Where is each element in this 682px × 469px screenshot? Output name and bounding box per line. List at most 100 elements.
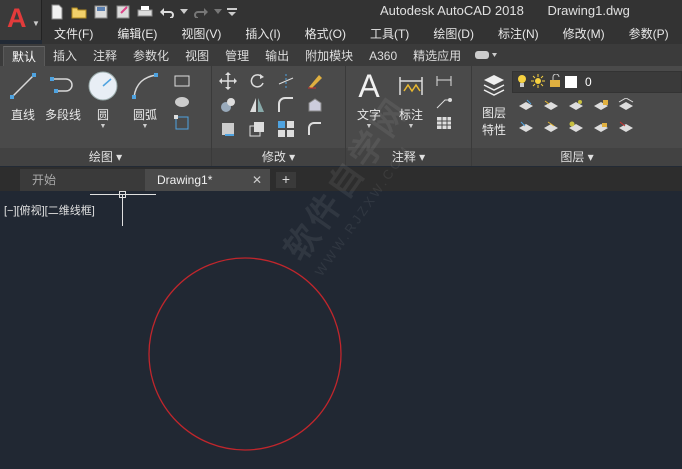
new-tab-button[interactable]: + bbox=[276, 172, 296, 188]
lightbulb-icon[interactable] bbox=[517, 74, 527, 91]
erase-icon[interactable] bbox=[305, 72, 325, 90]
rotate-icon[interactable] bbox=[247, 72, 267, 90]
tab-parametric[interactable]: 参数化 bbox=[125, 46, 177, 66]
circle-icon bbox=[87, 70, 119, 102]
tab-start[interactable]: 开始 bbox=[20, 169, 145, 191]
layer-match-icon[interactable] bbox=[541, 96, 561, 114]
tab-view[interactable]: 视图 bbox=[177, 46, 217, 66]
menu-format[interactable]: 格式(O) bbox=[293, 25, 358, 42]
explode-icon[interactable] bbox=[305, 96, 325, 114]
undo-icon[interactable] bbox=[158, 3, 176, 21]
sun-icon[interactable] bbox=[531, 73, 545, 91]
tab-drawing1-label: Drawing1* bbox=[157, 173, 213, 187]
menu-parametric[interactable]: 参数(P) bbox=[617, 25, 681, 42]
mirror-icon[interactable] bbox=[247, 96, 267, 114]
polyline-tool-button[interactable]: 多段线 bbox=[44, 70, 82, 123]
leader-icon[interactable] bbox=[434, 93, 454, 111]
unlock-icon[interactable] bbox=[549, 73, 561, 91]
window-title: Autodesk AutoCAD 2018 Drawing1.dwg bbox=[380, 3, 630, 18]
menu-file[interactable]: 文件(F) bbox=[42, 25, 105, 42]
layer-copy-icon[interactable] bbox=[541, 118, 561, 136]
quick-access-toolbar bbox=[48, 2, 238, 21]
open-folder-icon[interactable] bbox=[70, 3, 88, 21]
circle-entity[interactable] bbox=[148, 257, 342, 451]
tab-output[interactable]: 输出 bbox=[257, 46, 297, 66]
fillet-icon[interactable] bbox=[276, 96, 296, 114]
table-icon[interactable] bbox=[434, 114, 454, 132]
tab-home[interactable]: 默认 bbox=[3, 46, 46, 66]
draw-panel-title-text: 绘图 bbox=[88, 150, 113, 164]
copy-icon[interactable] bbox=[218, 96, 238, 114]
save-as-icon[interactable] bbox=[114, 3, 132, 21]
redo-icon[interactable] bbox=[192, 3, 210, 21]
menu-insert[interactable]: 插入(I) bbox=[233, 25, 292, 42]
array-icon[interactable] bbox=[276, 120, 296, 138]
draw-small-tools bbox=[172, 72, 192, 132]
print-icon[interactable] bbox=[136, 3, 154, 21]
tab-a360[interactable]: A360 bbox=[361, 46, 405, 66]
hatch-icon[interactable] bbox=[172, 93, 192, 111]
menu-dimension[interactable]: 标注(N) bbox=[486, 25, 551, 42]
layer-merge-icon[interactable] bbox=[616, 118, 636, 136]
layer-dropdown[interactable]: 0 bbox=[512, 71, 682, 93]
move-icon[interactable] bbox=[218, 72, 238, 90]
scale-icon[interactable] bbox=[247, 120, 267, 138]
trim-icon[interactable] bbox=[276, 72, 296, 90]
tab-manage[interactable]: 管理 bbox=[217, 46, 257, 66]
tab-start-label: 开始 bbox=[32, 173, 57, 187]
current-layer-name: 0 bbox=[585, 75, 592, 89]
modify-tools bbox=[218, 72, 331, 138]
region-icon[interactable] bbox=[172, 114, 192, 132]
layer-unlock-icon[interactable] bbox=[591, 118, 611, 136]
arc-icon bbox=[129, 70, 161, 102]
file-title: Drawing1.dwg bbox=[547, 3, 630, 18]
menu-edit[interactable]: 编辑(E) bbox=[105, 25, 169, 42]
layers-panel-title[interactable]: 图层 ▾ bbox=[472, 148, 682, 166]
circle-dropdown-icon[interactable]: ▼ bbox=[84, 123, 122, 130]
layer-change-icon[interactable] bbox=[516, 118, 536, 136]
rectangle-icon[interactable] bbox=[172, 72, 192, 90]
layers-panel-title-text: 图层 bbox=[560, 150, 585, 164]
tab-addins[interactable]: 附加模块 bbox=[297, 46, 361, 66]
undo-dropdown-icon[interactable] bbox=[180, 3, 188, 21]
layer-isolate-icon[interactable] bbox=[566, 96, 586, 114]
tab-drawing1[interactable]: Drawing1* ✕ bbox=[145, 169, 270, 191]
tab-insert[interactable]: 插入 bbox=[45, 46, 85, 66]
layer-color-swatch[interactable] bbox=[565, 76, 577, 88]
tab-featured-apps[interactable]: 精选应用 bbox=[405, 46, 469, 66]
drawing-objects bbox=[148, 257, 342, 451]
menu-draw[interactable]: 绘图(D) bbox=[421, 25, 486, 42]
arc-dropdown-icon[interactable]: ▼ bbox=[126, 123, 164, 130]
save-icon[interactable] bbox=[92, 3, 110, 21]
ribbon-options-icon[interactable] bbox=[469, 46, 503, 66]
draw-panel-title[interactable]: 绘图 ▾ bbox=[0, 148, 211, 166]
layer-lock-icon[interactable] bbox=[591, 96, 611, 114]
new-file-icon[interactable] bbox=[48, 3, 66, 21]
arc-tool-button[interactable]: 圆弧 ▼ bbox=[126, 70, 164, 130]
menu-bar: 文件(F) 编辑(E) 视图(V) 插入(I) 格式(O) 工具(T) 绘图(D… bbox=[42, 23, 682, 44]
layer-properties-button[interactable]: 图层 特性 bbox=[474, 70, 514, 138]
layer-set-current-icon[interactable] bbox=[516, 96, 536, 114]
layer-properties-label-2: 特性 bbox=[481, 123, 506, 137]
layer-freeze-icon[interactable] bbox=[566, 118, 586, 136]
drawing-canvas[interactable]: 软件自学网 WWW.RJZXW.COM [−][俯视][二维线框] bbox=[0, 91, 682, 469]
redo-dropdown-icon[interactable] bbox=[214, 3, 222, 21]
customize-qat-icon[interactable] bbox=[226, 3, 238, 21]
menu-view[interactable]: 视图(V) bbox=[169, 25, 233, 42]
line-tool-button[interactable]: 直线 bbox=[4, 70, 42, 123]
modify-panel-title-text: 修改 bbox=[261, 150, 286, 164]
modify-panel: 修改 ▾ bbox=[212, 66, 346, 166]
layer-walk-icon[interactable] bbox=[616, 96, 636, 114]
offset-icon[interactable] bbox=[305, 120, 325, 138]
close-icon[interactable]: ✕ bbox=[252, 169, 262, 191]
stretch-icon[interactable] bbox=[218, 120, 238, 138]
polyline-icon bbox=[47, 70, 79, 102]
layer-tools bbox=[516, 96, 638, 136]
polyline-tool-label: 多段线 bbox=[44, 108, 81, 122]
menu-tools[interactable]: 工具(T) bbox=[358, 25, 421, 42]
linear-dimension-icon[interactable] bbox=[434, 72, 454, 90]
menu-modify[interactable]: 修改(M) bbox=[551, 25, 617, 42]
tab-annotate[interactable]: 注释 bbox=[85, 46, 125, 66]
circle-tool-button[interactable]: 圆 ▼ bbox=[84, 70, 122, 130]
application-menu-button[interactable]: A ▼ bbox=[0, 0, 42, 40]
